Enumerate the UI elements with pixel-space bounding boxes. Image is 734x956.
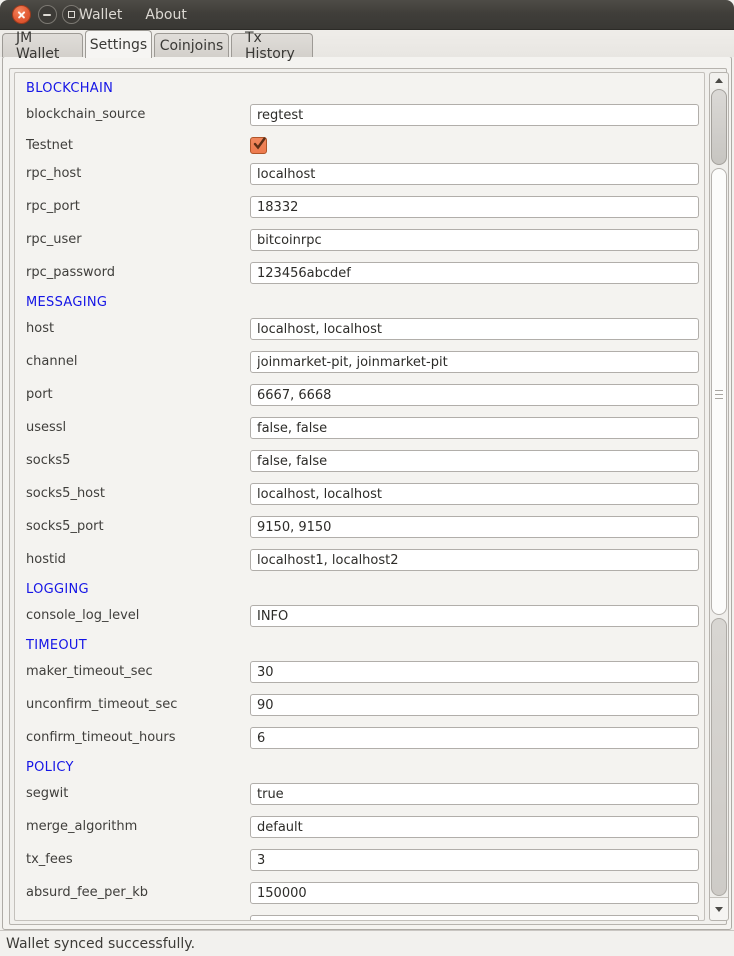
hostid-label: hostid (26, 552, 66, 568)
status-bar: Wallet synced successfully. (0, 930, 734, 956)
port-label: port (26, 387, 53, 403)
usessl-label: usessl (26, 420, 66, 436)
minimize-glyph (43, 14, 51, 16)
host-label: host (26, 321, 54, 337)
scrollbar-grip (715, 398, 723, 399)
testnet-label: Testnet (26, 138, 73, 154)
rpc-password-input[interactable] (250, 262, 699, 284)
rpc-user-input[interactable] (250, 229, 699, 251)
absurd-fee-per-kb-input[interactable] (250, 882, 699, 904)
scroll-down-button[interactable] (710, 897, 728, 920)
socks5-input[interactable] (250, 450, 699, 472)
status-text: Wallet synced successfully. (6, 936, 195, 952)
socks5-port-input[interactable] (250, 516, 699, 538)
segwit-input[interactable] (250, 783, 699, 805)
socks5-host-label: socks5_host (26, 486, 105, 502)
scrollbar-grip (715, 390, 723, 391)
maker-timeout-sec-label: maker_timeout_sec (26, 664, 153, 680)
tab-coinjoins[interactable]: Coinjoins (154, 33, 229, 57)
merge-algorithm-label: merge_algorithm (26, 819, 137, 835)
scroll-up-button[interactable] (710, 73, 728, 88)
tab-label: Settings (90, 37, 147, 53)
channel-input[interactable] (250, 351, 699, 373)
console-log-level-input[interactable] (250, 605, 699, 627)
merge-algorithm-input[interactable] (250, 816, 699, 838)
rpc-port-label: rpc_port (26, 199, 80, 215)
vertical-scrollbar[interactable] (709, 72, 729, 921)
blockchain-source-input[interactable] (250, 104, 699, 126)
section-timeout: TIMEOUT (26, 638, 87, 654)
partial-field-input[interactable] (250, 915, 699, 921)
scrollbar-grip (715, 394, 723, 395)
tab-tx-history[interactable]: Tx History (231, 33, 313, 57)
tab-label: Coinjoins (160, 38, 224, 54)
scrollbar-thumb[interactable] (711, 89, 727, 165)
confirm-timeout-hours-input[interactable] (250, 727, 699, 749)
maximize-glyph (68, 11, 75, 18)
section-messaging: MESSAGING (26, 295, 107, 311)
tx-fees-label: tx_fees (26, 852, 73, 868)
settings-tab-panel: BLOCKCHAIN blockchain_source Testnet rpc_ho… (2, 56, 732, 930)
scrollbar-track-lower[interactable] (711, 618, 727, 896)
arrow-down-icon (715, 907, 723, 912)
scrollbar-track-upper[interactable] (711, 168, 727, 615)
rpc-user-label: rpc_user (26, 232, 82, 248)
section-policy: POLICY (26, 760, 74, 776)
app-window: Wallet About JM Wallet Settings Coinjoins T… (0, 0, 734, 956)
titlebar: Wallet About (0, 0, 734, 30)
port-input[interactable] (250, 384, 699, 406)
settings-form: BLOCKCHAIN blockchain_source Testnet rpc_ho… (14, 72, 705, 921)
hostid-input[interactable] (250, 549, 699, 571)
tab-settings[interactable]: Settings (85, 30, 152, 58)
minimize-icon[interactable] (38, 5, 57, 24)
socks5-host-input[interactable] (250, 483, 699, 505)
rpc-host-label: rpc_host (26, 166, 81, 182)
rpc-password-label: rpc_password (26, 265, 115, 281)
segwit-label: segwit (26, 786, 68, 802)
usessl-input[interactable] (250, 417, 699, 439)
maker-timeout-sec-input[interactable] (250, 661, 699, 683)
absurd-fee-per-kb-label: absurd_fee_per_kb (26, 885, 148, 901)
close-icon[interactable] (12, 5, 31, 24)
section-blockchain: BLOCKCHAIN (26, 81, 113, 97)
menubar: Wallet About (79, 0, 187, 30)
unconfirm-timeout-sec-label: unconfirm_timeout_sec (26, 697, 177, 713)
rpc-port-input[interactable] (250, 196, 699, 218)
menu-wallet[interactable]: Wallet (79, 7, 122, 23)
tab-label: Tx History (245, 30, 299, 62)
console-log-level-label: console_log_level (26, 608, 139, 624)
settings-scroll-area: BLOCKCHAIN blockchain_source Testnet rpc_ho… (9, 68, 727, 925)
tab-jm-wallet[interactable]: JM Wallet (2, 33, 83, 57)
menu-about[interactable]: About (145, 7, 186, 23)
section-logging: LOGGING (26, 582, 89, 598)
socks5-port-label: socks5_port (26, 519, 104, 535)
rpc-host-input[interactable] (250, 163, 699, 185)
tx-fees-input[interactable] (250, 849, 699, 871)
unconfirm-timeout-sec-input[interactable] (250, 694, 699, 716)
blockchain-source-label: blockchain_source (26, 107, 145, 123)
tab-label: JM Wallet (16, 30, 69, 62)
channel-label: channel (26, 354, 77, 370)
arrow-up-icon (715, 78, 723, 83)
checkmark-icon (252, 136, 267, 151)
socks5-label: socks5 (26, 453, 70, 469)
host-input[interactable] (250, 318, 699, 340)
testnet-checkbox[interactable] (250, 137, 267, 154)
confirm-timeout-hours-label: confirm_timeout_hours (26, 730, 176, 746)
tab-bar: JM Wallet Settings Coinjoins Tx History (0, 30, 734, 57)
